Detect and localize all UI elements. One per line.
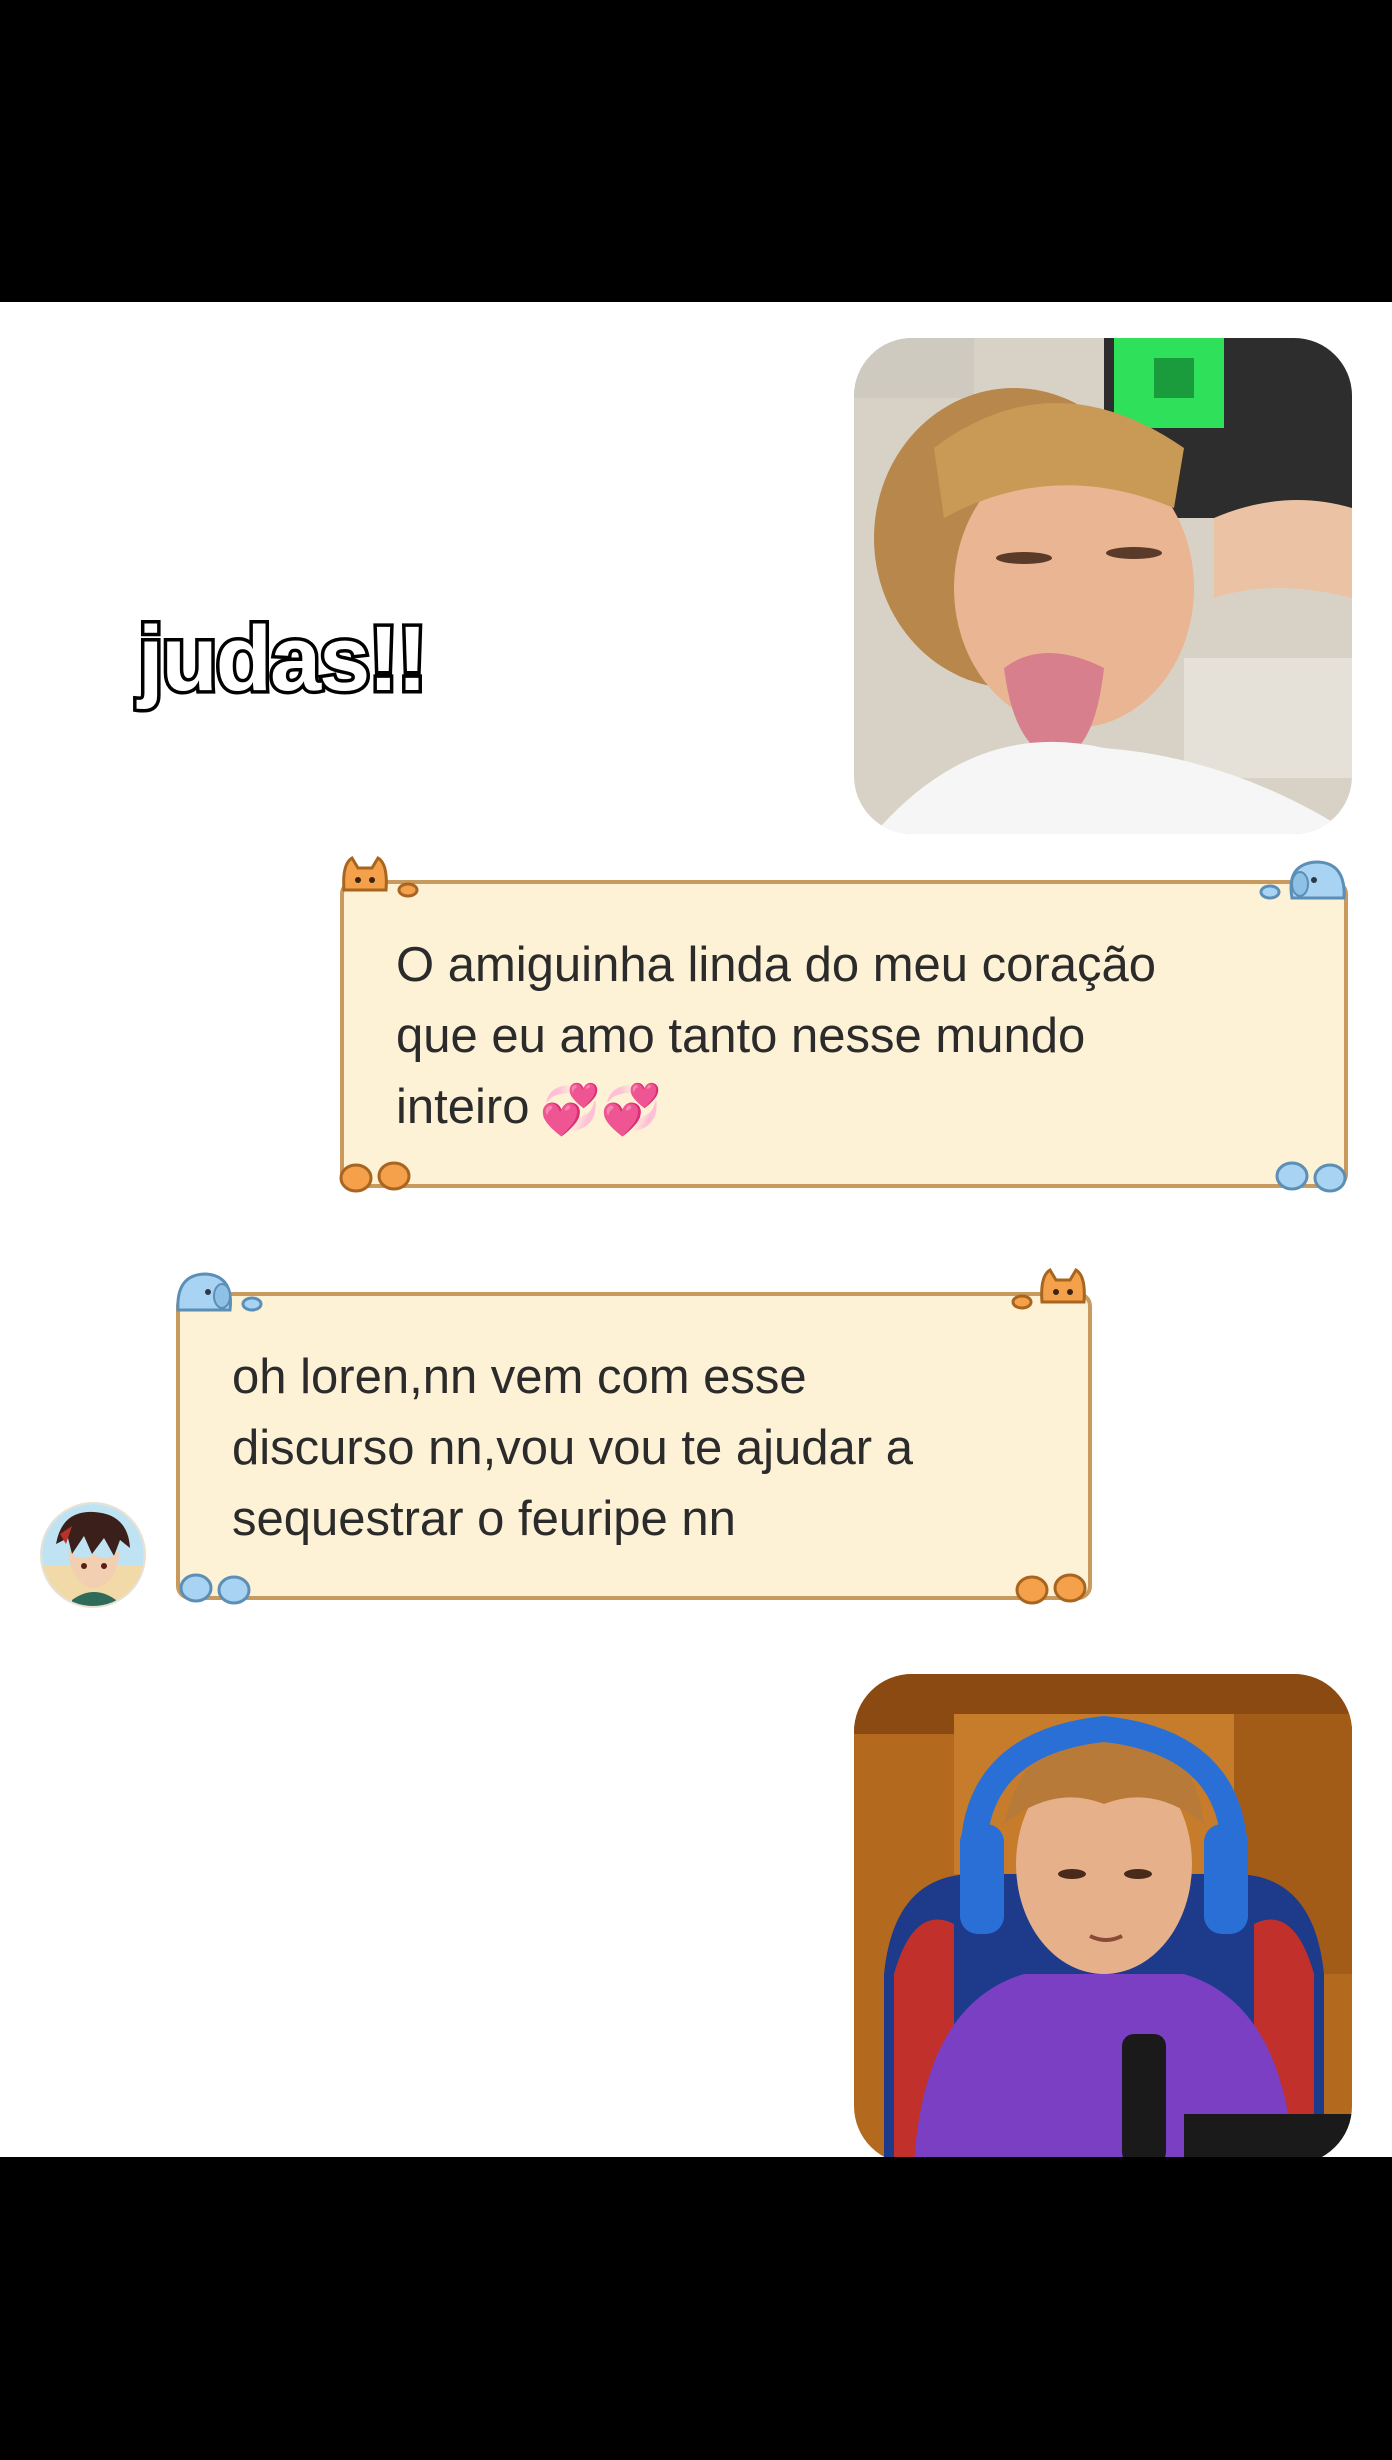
message-line: O amiguinha linda do meu coração bbox=[396, 938, 1156, 992]
dog-decoration-icon bbox=[1256, 854, 1352, 904]
chat-area: judas!! O amiguinha linda do meu coração… bbox=[0, 302, 1392, 2157]
sender-avatar[interactable] bbox=[40, 1502, 146, 1608]
paw-prints-blue-icon bbox=[1270, 1158, 1352, 1194]
message-text: O amiguinha linda do meu coração que eu … bbox=[396, 930, 1304, 1146]
cat-decoration-icon bbox=[1008, 1262, 1098, 1314]
caption-overlay: judas!! bbox=[135, 605, 432, 714]
photo-laughing-boy-icon bbox=[854, 338, 1352, 834]
image-message-2[interactable] bbox=[854, 1674, 1352, 2157]
anime-avatar-icon bbox=[42, 1504, 144, 1606]
message-line: que eu amo tanto nesse mundo bbox=[396, 1009, 1086, 1063]
paw-prints-orange-icon bbox=[336, 1158, 418, 1194]
message-bubble-outgoing[interactable]: O amiguinha linda do meu coração que eu … bbox=[339, 855, 1348, 1193]
message-bubble-incoming[interactable]: oh loren,nn vem com esse discurso nn,vou… bbox=[176, 1267, 1092, 1605]
hearts-emoji: 💞💞 bbox=[539, 1082, 662, 1137]
cat-decoration-icon bbox=[336, 850, 426, 902]
photo-boy-headset-icon bbox=[854, 1674, 1352, 2157]
image-message-1[interactable] bbox=[854, 338, 1352, 834]
message-line: sequestrar o feuripe nn bbox=[232, 1492, 736, 1546]
message-line: discurso nn,vou vou te ajudar a bbox=[232, 1421, 913, 1475]
message-text: oh loren,nn vem com esse discurso nn,vou… bbox=[232, 1342, 1048, 1555]
message-line-text: inteiro bbox=[396, 1080, 530, 1134]
dog-decoration-icon bbox=[170, 1266, 266, 1316]
message-line: inteiro 💞💞 bbox=[396, 1072, 1304, 1146]
paw-prints-blue-icon bbox=[174, 1570, 256, 1606]
paw-prints-orange-icon bbox=[1012, 1570, 1094, 1606]
message-line: oh loren,nn vem com esse bbox=[232, 1350, 807, 1404]
